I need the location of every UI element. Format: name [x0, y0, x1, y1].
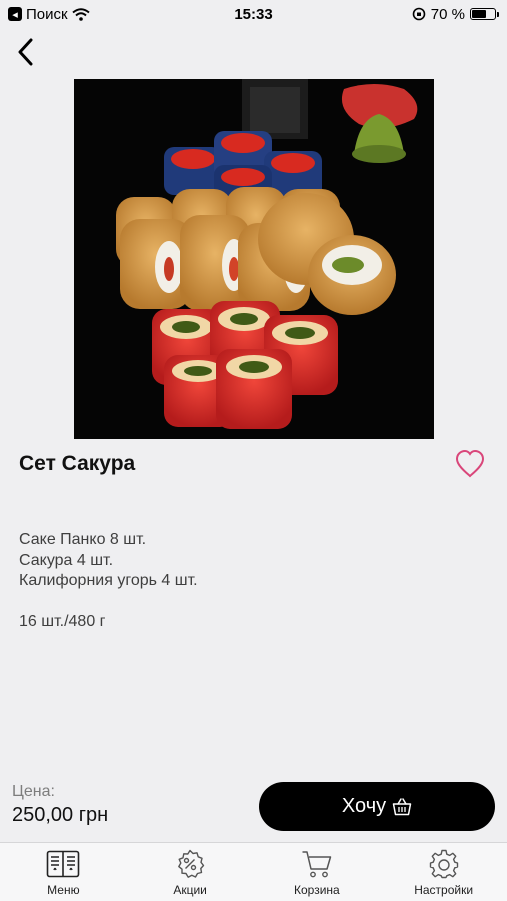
composition-item: Саке Панко 8 шт. — [19, 531, 147, 548]
cart-icon — [302, 851, 332, 878]
price-label: Цена: — [12, 783, 55, 800]
sushi-set-illustration — [116, 79, 418, 429]
status-left: ◂ Поиск — [8, 6, 90, 23]
menu-book-icon — [47, 850, 80, 878]
product-composition: Саке Панко 8 шт. Сакура 4 шт. Калифорния… — [19, 530, 198, 592]
tab-menu[interactable]: Меню — [0, 843, 127, 901]
want-button[interactable]: Хочу — [259, 782, 495, 831]
product-weight: 16 шт./480 г — [19, 613, 106, 630]
battery-icon — [470, 8, 499, 20]
battery-percent: 70 % — [430, 5, 465, 23]
status-right: 70 % — [412, 6, 499, 23]
tab-promotions[interactable]: Акции — [127, 843, 254, 901]
product-image — [74, 79, 434, 439]
tab-bar: Меню Акции Корзина Настройки — [0, 842, 507, 901]
tab-cart[interactable]: Корзина — [254, 843, 381, 901]
want-button-label: Хочу — [341, 795, 387, 817]
tab-settings-label: Настройки — [414, 883, 474, 897]
tab-cart-label: Корзина — [294, 883, 340, 897]
product-title: Сет Сакура — [19, 452, 136, 475]
gear-icon — [429, 849, 458, 879]
heart-icon — [455, 449, 485, 478]
status-time: 15:33 — [234, 5, 273, 23]
orientation-lock-icon — [412, 7, 426, 21]
status-bar: ◂ Поиск 15:33 70 % — [0, 0, 507, 28]
basket-icon — [392, 797, 412, 815]
battery-fill — [472, 10, 486, 18]
composition-item: Сакура 4 шт. — [19, 551, 114, 569]
back-to-app-label[interactable]: Поиск — [26, 6, 68, 23]
back-button[interactable] — [10, 36, 40, 68]
tab-menu-label: Меню — [47, 883, 80, 897]
tab-settings[interactable]: Настройки — [380, 843, 507, 901]
back-to-app-icon[interactable]: ◂ — [8, 7, 22, 21]
tab-promotions-label: Акции — [173, 883, 207, 897]
discount-badge-icon — [178, 849, 205, 878]
chevron-left-icon — [18, 38, 33, 66]
wifi-icon — [71, 7, 90, 21]
price-value: 250,00 грн — [12, 804, 109, 826]
composition-item: Калифорния угорь 4 шт. — [19, 572, 198, 589]
favorite-button[interactable] — [454, 449, 486, 479]
